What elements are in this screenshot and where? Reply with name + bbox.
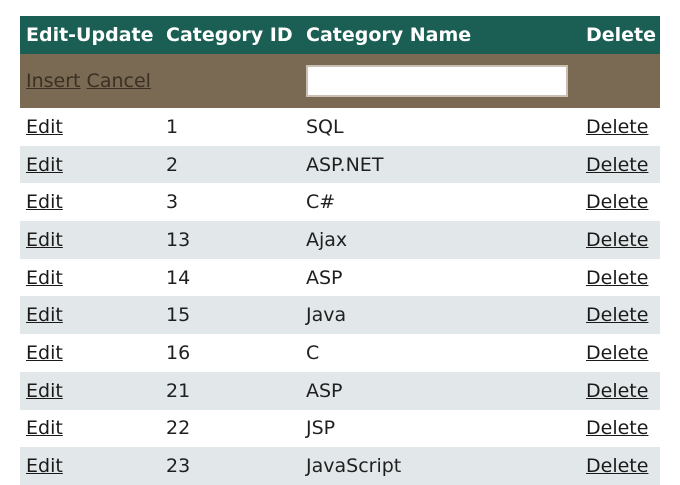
insert-row: Insert Cancel	[20, 54, 660, 108]
table-row: Edit 1 SQL Delete	[20, 108, 660, 146]
delete-cell: Delete	[580, 409, 660, 448]
delete-link[interactable]: Delete	[586, 342, 648, 364]
insert-name-cell	[300, 54, 580, 108]
delete-cell: Delete	[580, 371, 660, 410]
category-name-cell: C#	[300, 183, 580, 222]
insert-actions-cell: Insert Cancel	[20, 54, 300, 108]
table-row: Edit 16 C Delete	[20, 334, 660, 372]
table-row: Edit 13 Ajax Delete	[20, 221, 660, 259]
delete-link[interactable]: Delete	[586, 191, 648, 213]
category-id-cell: 2	[160, 145, 300, 184]
category-name-cell: Java	[300, 296, 580, 335]
delete-cell: Delete	[580, 221, 660, 259]
category-grid: Edit-Update Category ID Category Name De…	[20, 16, 660, 485]
grid-header-row: Edit-Update Category ID Category Name De…	[20, 16, 660, 54]
header-delete: Delete	[580, 16, 660, 54]
table-row: Edit 2 ASP.NET Delete	[20, 145, 660, 184]
edit-link[interactable]: Edit	[26, 191, 63, 213]
delete-cell: Delete	[580, 108, 660, 146]
category-name-input[interactable]	[306, 65, 568, 97]
delete-link[interactable]: Delete	[586, 380, 648, 402]
table-row: Edit 23 JavaScript Delete	[20, 447, 660, 485]
header-edit-update: Edit-Update	[20, 16, 160, 54]
delete-cell: Delete	[580, 334, 660, 372]
edit-cell: Edit	[20, 371, 160, 410]
edit-link[interactable]: Edit	[26, 116, 63, 138]
category-name-cell: SQL	[300, 108, 580, 146]
edit-link[interactable]: Edit	[26, 342, 63, 364]
category-name-cell: ASP	[300, 371, 580, 410]
delete-cell: Delete	[580, 296, 660, 335]
edit-cell: Edit	[20, 447, 160, 485]
delete-cell: Delete	[580, 183, 660, 222]
category-name-cell: C	[300, 334, 580, 372]
delete-link[interactable]: Delete	[586, 417, 648, 439]
edit-cell: Edit	[20, 221, 160, 259]
edit-cell: Edit	[20, 334, 160, 372]
edit-link[interactable]: Edit	[26, 229, 63, 251]
edit-link[interactable]: Edit	[26, 154, 63, 176]
delete-link[interactable]: Delete	[586, 304, 648, 326]
table-row: Edit 21 ASP Delete	[20, 371, 660, 410]
category-id-cell: 3	[160, 183, 300, 222]
delete-link[interactable]: Delete	[586, 229, 648, 251]
category-name-cell: Ajax	[300, 221, 580, 259]
table-row: Edit 15 Java Delete	[20, 296, 660, 335]
edit-cell: Edit	[20, 108, 160, 146]
delete-cell: Delete	[580, 145, 660, 184]
edit-cell: Edit	[20, 183, 160, 222]
edit-cell: Edit	[20, 296, 160, 335]
category-name-cell: ASP.NET	[300, 145, 580, 184]
insert-link[interactable]: Insert	[26, 70, 81, 92]
delete-cell: Delete	[580, 447, 660, 485]
edit-link[interactable]: Edit	[26, 304, 63, 326]
header-category-name: Category Name	[300, 16, 580, 54]
category-id-cell: 21	[160, 371, 300, 410]
delete-cell: Delete	[580, 258, 660, 297]
edit-cell: Edit	[20, 258, 160, 297]
cancel-link[interactable]: Cancel	[87, 70, 151, 92]
category-id-cell: 1	[160, 108, 300, 146]
category-id-cell: 15	[160, 296, 300, 335]
edit-cell: Edit	[20, 409, 160, 448]
header-category-id: Category ID	[160, 16, 300, 54]
edit-link[interactable]: Edit	[26, 267, 63, 289]
category-name-cell: ASP	[300, 258, 580, 297]
table-row: Edit 14 ASP Delete	[20, 258, 660, 297]
category-id-cell: 13	[160, 221, 300, 259]
category-id-cell: 23	[160, 447, 300, 485]
category-name-cell: JavaScript	[300, 447, 580, 485]
table-row: Edit 3 C# Delete	[20, 183, 660, 222]
delete-link[interactable]: Delete	[586, 154, 648, 176]
category-name-cell: JSP	[300, 409, 580, 448]
insert-empty-cell	[580, 54, 660, 108]
delete-link[interactable]: Delete	[586, 116, 648, 138]
delete-link[interactable]: Delete	[586, 267, 648, 289]
edit-link[interactable]: Edit	[26, 380, 63, 402]
category-id-cell: 14	[160, 258, 300, 297]
edit-cell: Edit	[20, 145, 160, 184]
category-id-cell: 16	[160, 334, 300, 372]
edit-link[interactable]: Edit	[26, 417, 63, 439]
table-row: Edit 22 JSP Delete	[20, 409, 660, 448]
category-id-cell: 22	[160, 409, 300, 448]
